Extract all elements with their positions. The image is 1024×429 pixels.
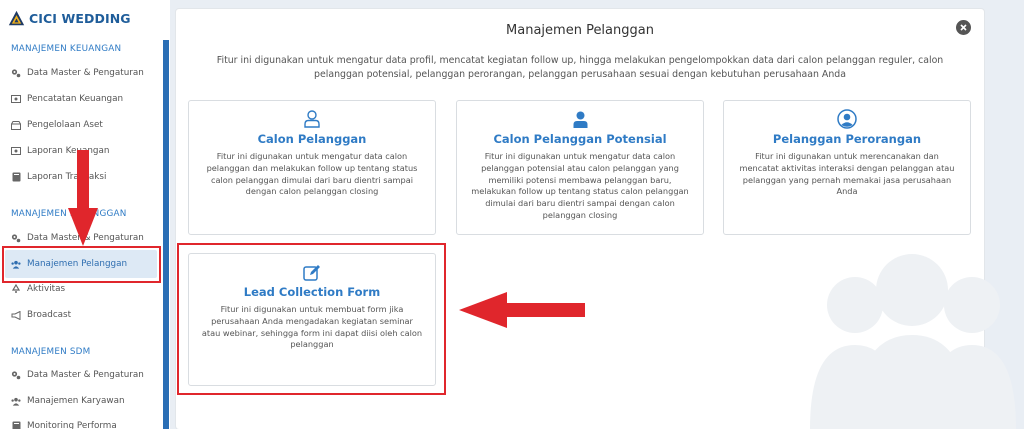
annotation-arrow-left-icon [459, 292, 585, 328]
bullhorn-icon [11, 310, 21, 320]
nav-item-label: Pencatatan Keuangan [27, 94, 124, 104]
nav-item-label: Manajemen Karyawan [27, 396, 125, 406]
nav-item-pengelolaan-aset[interactable]: Pengelolaan Aset [11, 116, 103, 134]
card-title: Calon Pelanggan [257, 132, 367, 146]
user-outline-icon [189, 109, 435, 129]
nav-item-label: Monitoring Performa [27, 421, 117, 429]
card-description: Fitur ini digunakan untuk mengatur data … [206, 151, 418, 197]
close-button[interactable] [956, 20, 971, 35]
card-title: Pelanggan Perorangan [772, 132, 922, 146]
brand-logo-icon [8, 10, 25, 26]
nav-item-broadcast[interactable]: Broadcast [11, 306, 71, 324]
close-icon [960, 24, 967, 31]
nav-item-label: Data Master & Pengaturan [27, 68, 144, 78]
annotation-highlight-card [177, 243, 446, 395]
card-calon-pelanggan-potensial[interactable]: Calon Pelanggan Potensial Fitur ini digu… [456, 100, 704, 235]
card-pelanggan-perorangan[interactable]: Pelanggan Perorangan Fitur ini digunakan… [723, 100, 971, 235]
money-icon [11, 94, 21, 104]
section-title-sdm: MANAJEMEN SDM [11, 347, 91, 357]
cogs-icon [11, 233, 21, 243]
annotation-highlight-sidebar [2, 246, 161, 283]
box-icon [11, 120, 21, 130]
brand-title: CICI WEDDING [29, 11, 131, 26]
nav-item-data-master-sdm[interactable]: Data Master & Pengaturan [11, 366, 144, 384]
nav-item-label: Aktivitas [27, 284, 66, 294]
cogs-icon [11, 68, 21, 78]
nav-item-label: Data Master & Pengaturan [27, 370, 144, 380]
money-icon [11, 146, 21, 156]
cogs-icon [11, 370, 21, 380]
people-watermark-icon [810, 254, 1016, 429]
nav-item-data-master-keuangan[interactable]: Data Master & Pengaturan [11, 64, 144, 82]
user-circle-icon [724, 109, 970, 129]
sidebar-scrollbar[interactable] [163, 40, 169, 429]
card-calon-pelanggan[interactable]: Calon Pelanggan Fitur ini digunakan untu… [188, 100, 436, 235]
book-icon [11, 172, 21, 182]
book-icon [11, 421, 21, 429]
user-solid-icon [457, 109, 703, 129]
nav-item-label: Broadcast [27, 310, 72, 320]
panel-title: Manajemen Pelanggan [506, 23, 654, 38]
users-icon [11, 396, 21, 406]
card-description: Fitur ini digunakan untuk merencanakan d… [739, 151, 955, 197]
card-description: Fitur ini digunakan untuk mengatur data … [471, 151, 689, 220]
card-title: Calon Pelanggan Potensial [493, 132, 667, 146]
panel-description: Fitur ini digunakan untuk mengatur data … [216, 55, 944, 80]
recycle-icon [11, 284, 21, 294]
nav-item-monitoring-performa[interactable]: Monitoring Performa [11, 417, 117, 429]
nav-item-label: Pengelolaan Aset [27, 120, 103, 130]
nav-item-manajemen-karyawan[interactable]: Manajemen Karyawan [11, 392, 125, 410]
annotation-arrow-down-icon [68, 150, 98, 246]
section-title-keuangan: MANAJEMEN KEUANGAN [11, 44, 122, 54]
brand[interactable]: CICI WEDDING [8, 10, 131, 27]
nav-item-pencatatan-keuangan[interactable]: Pencatatan Keuangan [11, 90, 123, 108]
